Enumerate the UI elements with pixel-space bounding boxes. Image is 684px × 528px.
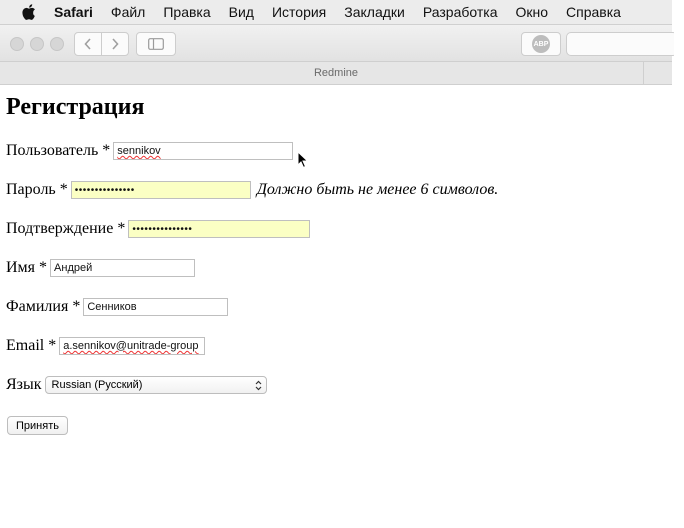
menu-help[interactable]: Справка [566, 4, 621, 20]
password-input[interactable]: ••••••••••••••• [70, 181, 251, 199]
tab-redmine[interactable]: Redmine [314, 67, 358, 79]
tab-bar: Redmine [0, 62, 672, 85]
close-window-button[interactable] [10, 37, 24, 51]
firstname-label: Имя * [6, 259, 48, 276]
sidebar-icon [148, 38, 164, 50]
email-label: Email * [6, 337, 57, 354]
language-selected-value: Russian (Русский) [51, 379, 143, 391]
address-bar[interactable] [566, 32, 678, 56]
login-input[interactable]: sennikov [113, 142, 294, 160]
chevron-left-icon [84, 38, 91, 50]
adblock-plus-button[interactable]: ABP [521, 32, 561, 56]
forward-button[interactable] [101, 32, 129, 56]
firstname-row: Имя * Андрей [6, 259, 196, 277]
sidebar-toggle-button[interactable] [136, 32, 176, 56]
password-row: Пароль * ••••••••••••••• Должно быть не … [6, 181, 498, 199]
tab-separator [643, 62, 644, 84]
confirm-row: Подтверждение * ••••••••••••••• [6, 220, 311, 238]
lastname-label: Фамилия * [6, 298, 81, 315]
firstname-input[interactable]: Андрей [50, 259, 196, 277]
adblock-plus-icon: ABP [532, 35, 550, 53]
select-arrows-icon [255, 380, 261, 390]
menu-app-safari[interactable]: Safari [54, 4, 93, 20]
confirm-label: Подтверждение * [6, 220, 126, 237]
lastname-input[interactable]: Сенников [83, 298, 229, 316]
lastname-row: Фамилия * Сенников [6, 298, 229, 316]
menu-edit[interactable]: Правка [163, 4, 210, 20]
password-hint: Должно быть не менее 6 символов. [256, 181, 499, 198]
email-row: Email * a.sennikov@unitrade-group [6, 337, 206, 355]
language-select[interactable]: Russian (Русский) [44, 376, 267, 394]
back-button[interactable] [74, 32, 102, 56]
apple-logo-icon[interactable] [22, 4, 38, 20]
submit-button[interactable]: Принять [7, 416, 68, 435]
menu-bar: Safari Файл Правка Вид История Закладки … [0, 0, 672, 25]
menu-window[interactable]: Окно [515, 4, 548, 20]
torn-edge-decoration [674, 0, 684, 528]
language-label: Язык [6, 376, 42, 393]
screenshot-frame: Safari Файл Правка Вид История Закладки … [0, 0, 684, 528]
page-content: Регистрация Пользователь * sennikov Паро… [0, 85, 672, 528]
page-title: Регистрация [6, 94, 145, 120]
menu-develop[interactable]: Разработка [423, 4, 498, 20]
password-confirm-input[interactable]: ••••••••••••••• [128, 220, 311, 238]
email-input[interactable]: a.sennikov@unitrade-group [59, 337, 206, 355]
language-row: Язык Russian (Русский) [6, 376, 267, 394]
password-label: Пароль * [6, 181, 68, 198]
minimize-window-button[interactable] [30, 37, 44, 51]
menu-bookmarks[interactable]: Закладки [344, 4, 405, 20]
chevron-right-icon [112, 38, 119, 50]
menu-view[interactable]: Вид [229, 4, 254, 20]
menu-history[interactable]: История [272, 4, 326, 20]
menu-file[interactable]: Файл [111, 4, 145, 20]
login-row: Пользователь * sennikov [6, 142, 294, 160]
login-label: Пользователь * [6, 142, 111, 159]
browser-toolbar: ABP [0, 25, 678, 62]
mouse-cursor-icon [297, 151, 309, 169]
zoom-window-button[interactable] [50, 37, 64, 51]
